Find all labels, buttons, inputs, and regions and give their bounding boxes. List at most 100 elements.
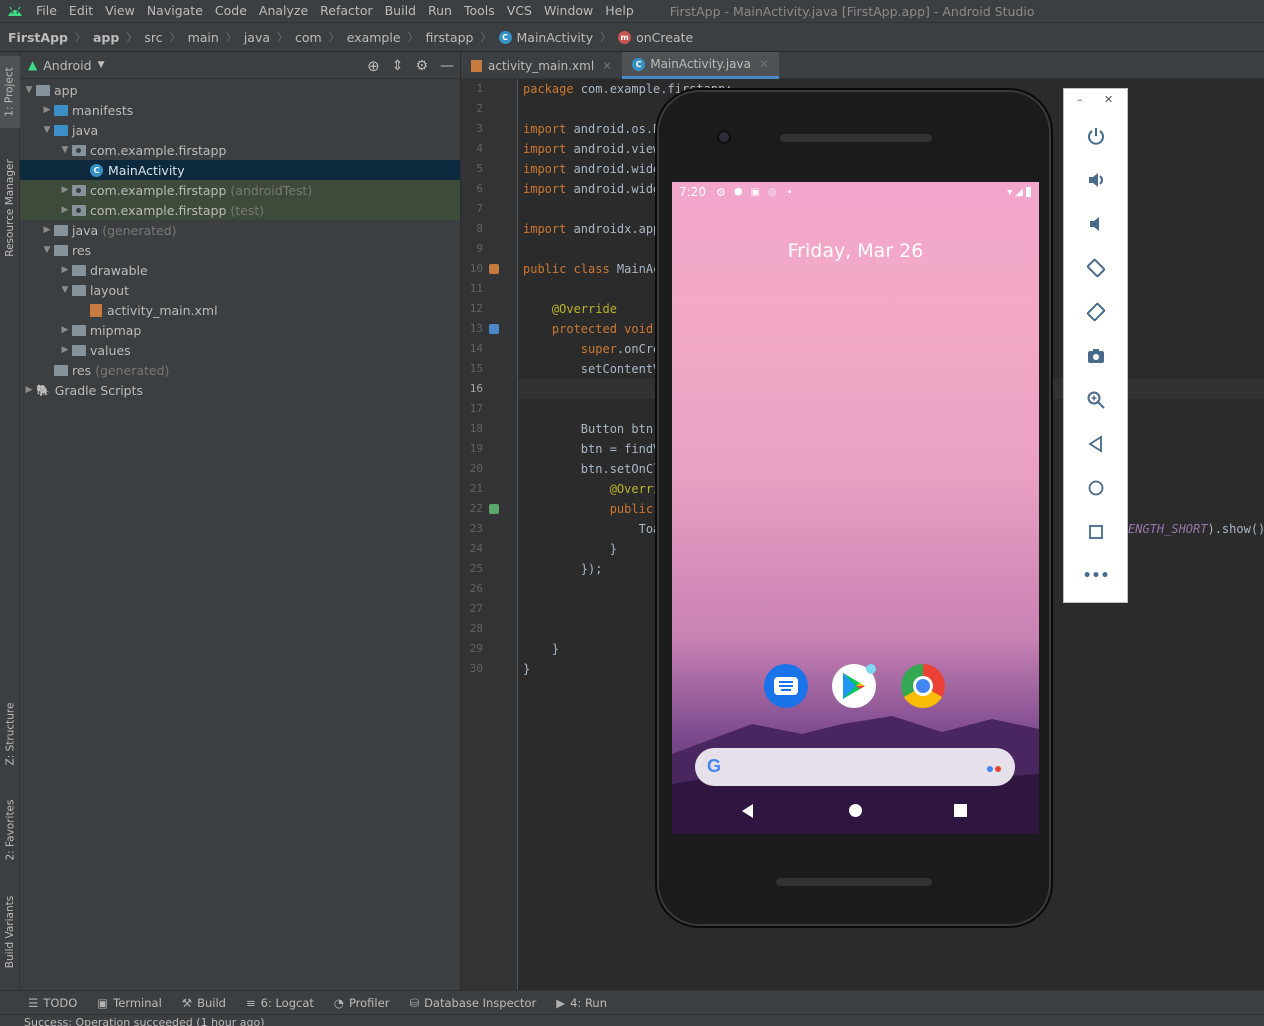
- menu-code[interactable]: Code: [209, 0, 253, 22]
- override-marker-icon[interactable]: [489, 324, 499, 334]
- tree-item[interactable]: ▼ com.example.firstapp: [20, 140, 460, 160]
- camera-icon[interactable]: [1083, 343, 1109, 369]
- assistant-icon[interactable]: [987, 761, 1001, 775]
- expand-arrow-icon[interactable]: ▶: [58, 325, 72, 335]
- tree-item[interactable]: ▶ manifests: [20, 100, 460, 120]
- expand-arrow-icon[interactable]: ▶: [58, 205, 72, 215]
- xml-marker-icon[interactable]: [489, 264, 499, 274]
- tab-build-variants[interactable]: Build Variants: [0, 884, 20, 980]
- folder-icon: [54, 104, 68, 116]
- breadcrumb-item[interactable]: C MainActivity: [498, 30, 593, 45]
- emulator-screen[interactable]: 7:20 ⚙ ⬢ ▣ ◎ • ▾ ◢ Friday, Mar 26 G: [672, 182, 1039, 834]
- tree-item[interactable]: ▶ com.example.firstapp (androidTest): [20, 180, 460, 200]
- home-icon[interactable]: [1083, 475, 1109, 501]
- expand-arrow-icon[interactable]: ▶: [58, 345, 72, 355]
- close-tab-icon[interactable]: ✕: [759, 57, 769, 71]
- tab-resource-manager[interactable]: Resource Manager: [0, 148, 20, 268]
- breadcrumb-item[interactable]: FirstApp: [8, 30, 68, 45]
- tool-window-terminal[interactable]: ▣ Terminal: [97, 996, 161, 1010]
- rotate-right-icon[interactable]: [1083, 299, 1109, 325]
- expand-arrow-icon[interactable]: ▶: [40, 105, 54, 115]
- tree-item[interactable]: res (generated): [20, 360, 460, 380]
- menu-tools[interactable]: Tools: [458, 0, 501, 22]
- breadcrumb-item[interactable]: example: [347, 30, 401, 45]
- breadcrumb-item[interactable]: main: [188, 30, 219, 45]
- expand-arrow-icon[interactable]: ▶: [58, 185, 72, 195]
- menu-navigate[interactable]: Navigate: [141, 0, 209, 22]
- tree-item[interactable]: ▶ com.example.firstapp (test): [20, 200, 460, 220]
- editor-tab[interactable]: activity_main.xml ✕: [461, 52, 622, 79]
- tool-window-profiler[interactable]: ◔ Profiler: [334, 996, 390, 1010]
- view-mode-selector[interactable]: Android: [43, 58, 91, 73]
- overview-icon[interactable]: [1083, 519, 1109, 545]
- expand-arrow-icon[interactable]: ▼: [58, 145, 72, 155]
- tool-window-databaseinspector[interactable]: ⛁ Database Inspector: [409, 996, 536, 1010]
- tool-window-logcat[interactable]: ≡ 6: Logcat: [246, 996, 314, 1010]
- tree-item[interactable]: ▶ 🐘 Gradle Scripts: [20, 380, 460, 400]
- more-options-icon[interactable]: •••: [1083, 563, 1110, 589]
- collapse-all-icon[interactable]: ⇕: [392, 58, 404, 74]
- minimize-icon[interactable]: –: [1077, 93, 1083, 106]
- tool-window-run[interactable]: ▶ 4: Run: [556, 996, 607, 1010]
- home-nav-icon[interactable]: [849, 804, 862, 817]
- menu-run[interactable]: Run: [422, 0, 458, 22]
- tab-structure[interactable]: Z: Structure: [0, 692, 20, 776]
- breadcrumb-item[interactable]: com: [295, 30, 322, 45]
- expand-arrow-icon[interactable]: ▶: [40, 225, 54, 235]
- gear-icon[interactable]: ⚙: [415, 58, 428, 74]
- tree-item[interactable]: ▼ res: [20, 240, 460, 260]
- menu-build[interactable]: Build: [379, 0, 422, 22]
- tree-item[interactable]: activity_main.xml: [20, 300, 460, 320]
- rotate-left-icon[interactable]: [1083, 255, 1109, 281]
- volume-up-icon[interactable]: [1083, 167, 1109, 193]
- close-tab-icon[interactable]: ✕: [602, 59, 612, 73]
- breadcrumb-item[interactable]: m onCreate: [618, 30, 693, 45]
- expand-arrow-icon[interactable]: ▼: [22, 85, 36, 95]
- breadcrumb-item[interactable]: java: [244, 30, 270, 45]
- tree-item[interactable]: ▼ java: [20, 120, 460, 140]
- menu-vcs[interactable]: VCS: [501, 0, 538, 22]
- expand-arrow-icon[interactable]: ▶: [58, 265, 72, 275]
- tool-window-build[interactable]: ⚒ Build: [182, 996, 226, 1010]
- menu-analyze[interactable]: Analyze: [253, 0, 314, 22]
- tree-item[interactable]: ▼ app: [20, 80, 460, 100]
- play-store-icon[interactable]: [832, 664, 876, 708]
- tree-item[interactable]: C MainActivity: [20, 160, 460, 180]
- breadcrumb-item[interactable]: src: [144, 30, 162, 45]
- close-icon[interactable]: ✕: [1104, 93, 1113, 106]
- messages-icon[interactable]: [764, 664, 808, 708]
- override-marker-icon[interactable]: [489, 504, 499, 514]
- recents-nav-icon[interactable]: [954, 804, 967, 817]
- expand-arrow-icon[interactable]: ▼: [40, 125, 54, 135]
- tree-item[interactable]: ▶ mipmap: [20, 320, 460, 340]
- minimize-icon[interactable]: —: [440, 58, 454, 74]
- tree-item[interactable]: ▶ values: [20, 340, 460, 360]
- chrome-icon[interactable]: [901, 664, 945, 708]
- chevron-down-icon[interactable]: ▼: [98, 60, 105, 70]
- tree-item[interactable]: ▼ layout: [20, 280, 460, 300]
- menu-refactor[interactable]: Refactor: [314, 0, 378, 22]
- volume-down-icon[interactable]: [1083, 211, 1109, 237]
- power-icon[interactable]: [1083, 123, 1109, 149]
- expand-arrow-icon[interactable]: ▼: [40, 245, 54, 255]
- back-nav-icon[interactable]: [742, 804, 753, 818]
- zoom-icon[interactable]: [1083, 387, 1109, 413]
- menu-window[interactable]: Window: [538, 0, 599, 22]
- breadcrumb-item[interactable]: app: [93, 30, 119, 45]
- editor-tab[interactable]: C MainActivity.java ✕: [622, 52, 780, 79]
- tab-favorites[interactable]: 2: Favorites: [0, 788, 20, 872]
- expand-arrow-icon[interactable]: ▶: [22, 385, 36, 395]
- back-icon[interactable]: [1083, 431, 1109, 457]
- google-search-bar[interactable]: G: [695, 748, 1015, 786]
- menu-view[interactable]: View: [99, 0, 141, 22]
- menu-edit[interactable]: Edit: [63, 0, 99, 22]
- breadcrumb-item[interactable]: firstapp: [426, 30, 474, 45]
- expand-arrow-icon[interactable]: ▼: [58, 285, 72, 295]
- tree-item[interactable]: ▶ java (generated): [20, 220, 460, 240]
- tree-item[interactable]: ▶ drawable: [20, 260, 460, 280]
- menu-help[interactable]: Help: [599, 0, 640, 22]
- tool-window-todo[interactable]: ☰ TODO: [28, 996, 77, 1010]
- tab-project[interactable]: 1: Project: [0, 56, 20, 128]
- locate-icon[interactable]: ⊕: [367, 57, 380, 75]
- menu-file[interactable]: File: [30, 0, 63, 22]
